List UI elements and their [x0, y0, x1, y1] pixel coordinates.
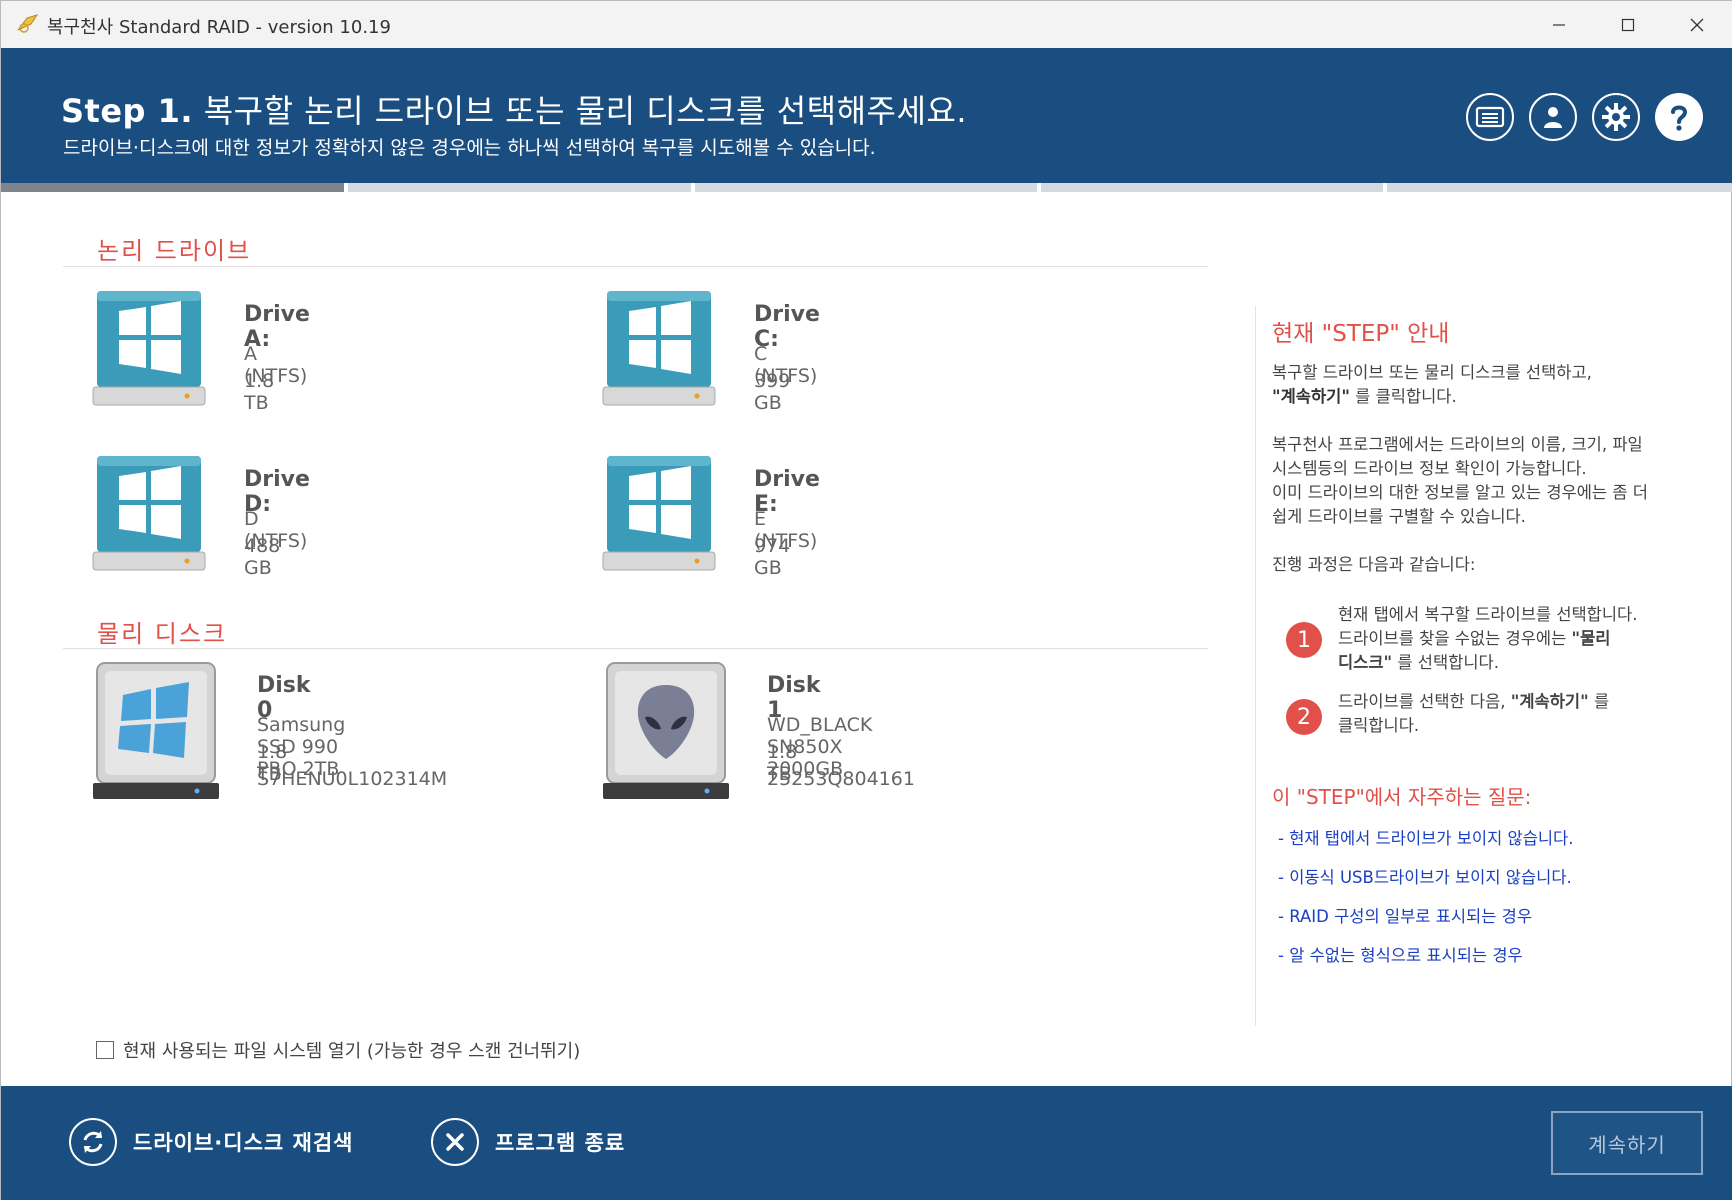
faq-link[interactable]: - 현재 탭에서 드라이브가 보이지 않습니다.: [1278, 825, 1573, 849]
drive-size: 1.8 TB: [244, 370, 275, 414]
help-button[interactable]: [1655, 93, 1703, 141]
progress-divider: [1383, 183, 1387, 192]
windows-hard-disk-icon: [93, 662, 219, 799]
windows-drive-icon: [602, 291, 716, 406]
step-title-text: 복구할 논리 드라이브 또는 물리 디스크를 선택해주세요.: [203, 92, 968, 130]
footer-bar: 드라이브·디스크 재검색 프로그램 종료 계속하기: [1, 1086, 1732, 1200]
guide-step-text: 드라이브를 찾을 수없는 경우에는: [1338, 629, 1572, 648]
app-window: 복구천사 Standard RAID - version 10.19 Step …: [0, 0, 1732, 1200]
faq-title: 이 "STEP"에서 자주하는 질문:: [1272, 785, 1532, 809]
guide-intro: 복구할 드라이브 또는 물리 디스크를 선택하고, "계속하기" 를 클릭합니다…: [1272, 361, 1692, 409]
exit-program-button[interactable]: 프로그램 종료: [431, 1118, 625, 1166]
guide-intro-line: "계속하기" 를 클릭합니다.: [1272, 385, 1692, 409]
guide-description-line: 시스템등의 드라이브 정보 확인이 가능합니다.: [1272, 459, 1587, 478]
app-logo-icon: [17, 14, 39, 33]
minimize-button[interactable]: [1524, 1, 1594, 48]
guide-intro-line: 복구할 드라이브 또는 물리 디스크를 선택하고,: [1272, 363, 1592, 382]
guide-description-line: 이미 드라이브의 대한 정보를 알고 있는 경우에는 좀 더: [1272, 483, 1648, 502]
guide-step-line: 클릭합니다.: [1338, 716, 1420, 735]
windows-drive-icon: [92, 291, 206, 406]
guide-intro-rest: 를 클릭합니다.: [1349, 387, 1457, 406]
open-filesystem-checkbox[interactable]: [96, 1041, 114, 1059]
step-subtitle: 드라이브·디스크에 대한 정보가 정확하지 않은 경우에는 하나씩 선택하여 복…: [63, 137, 876, 159]
drive-size: 488 GB: [244, 535, 281, 579]
gear-icon: [1602, 103, 1630, 131]
guide-step-line: 드라이브를 선택한 다음, "계속하기" 를: [1338, 690, 1678, 714]
guide-step-line: 현재 탭에서 복구할 드라이브를 선택합니다.: [1338, 605, 1638, 624]
windows-drive-icon: [92, 456, 206, 571]
faq-link[interactable]: - 이동식 USB드라이브가 보이지 않습니다.: [1278, 864, 1572, 888]
alien-hard-disk-icon: [603, 662, 729, 799]
help-question-icon: [1671, 105, 1688, 131]
physical-disk-emphasis: "물리: [1571, 629, 1611, 648]
guide-step-1: 현재 탭에서 복구할 드라이브를 선택합니다. 드라이브를 찾을 수없는 경우에…: [1338, 603, 1678, 675]
minimize-icon: [1553, 23, 1565, 26]
disk-serial: 25253Q804161: [767, 768, 915, 790]
continue-emphasis: "계속하기": [1272, 387, 1350, 406]
physical-disks-title: 물리 디스크: [97, 620, 228, 648]
faq-link[interactable]: - RAID 구성의 일부로 표시되는 경우: [1278, 903, 1532, 927]
progress-divider: [691, 183, 695, 192]
window-title: 복구천사 Standard RAID - version 10.19: [47, 17, 391, 38]
step-header: Step 1. 복구할 논리 드라이브 또는 물리 디스크를 선택해주세요. 드…: [1, 48, 1732, 183]
settings-button[interactable]: [1592, 93, 1640, 141]
open-filesystem-label: 현재 사용되는 파일 시스템 열기 (가능한 경우 스캔 건너뛰기): [123, 1041, 581, 1062]
guide-step-text: 를: [1588, 692, 1610, 711]
guide-title: 현재 "STEP" 안내: [1272, 321, 1450, 347]
guide-description: 복구천사 프로그램에서는 드라이브의 이름, 크기, 파일 시스템등의 드라이브…: [1272, 433, 1692, 529]
title-bar: 복구천사 Standard RAID - version 10.19: [1, 1, 1732, 48]
step-title: Step 1. 복구할 논리 드라이브 또는 물리 디스크를 선택해주세요.: [61, 86, 967, 132]
step-guide-panel: 현재 "STEP" 안내 복구할 드라이브 또는 물리 디스크를 선택하고, "…: [1255, 306, 1695, 1026]
windows-drive-icon: [602, 456, 716, 571]
step-number-badge: 2: [1286, 699, 1322, 735]
step-label: Step 1.: [61, 92, 194, 130]
logical-drives-title: 논리 드라이브: [97, 237, 252, 265]
section-divider: [63, 266, 1208, 267]
user-icon: [1544, 107, 1562, 128]
disk-serial: S7HENU0L102314M: [257, 768, 448, 790]
guide-description-line: 쉽게 드라이브를 구별할 수 있습니다.: [1272, 507, 1526, 526]
drive-size: 399 GB: [754, 370, 791, 414]
maximize-button[interactable]: [1593, 1, 1663, 48]
continue-emphasis: "계속하기": [1510, 692, 1589, 711]
log-button[interactable]: [1466, 93, 1514, 141]
section-divider: [63, 648, 1208, 649]
guide-step-line: 디스크" 를 선택합니다.: [1338, 651, 1678, 675]
exit-program-label: 프로그램 종료: [495, 1131, 626, 1155]
guide-process-label: 진행 과정은 다음과 같습니다:: [1272, 555, 1476, 574]
rescan-label: 드라이브·디스크 재검색: [133, 1131, 354, 1155]
rescan-button[interactable]: 드라이브·디스크 재검색: [69, 1118, 354, 1166]
guide-step-text: 를 선택합니다.: [1392, 653, 1499, 672]
guide-description-line: 복구천사 프로그램에서는 드라이브의 이름, 크기, 파일: [1272, 435, 1643, 454]
guide-step-text: 드라이브를 선택한 다음,: [1338, 692, 1511, 711]
open-filesystem-option[interactable]: 현재 사용되는 파일 시스템 열기 (가능한 경우 스캔 건너뛰기): [96, 1037, 580, 1063]
maximize-icon: [1621, 18, 1635, 31]
faq-link[interactable]: - 알 수없는 형식으로 표시되는 경우: [1278, 942, 1523, 966]
physical-disk-emphasis: 디스크": [1338, 653, 1393, 672]
account-button[interactable]: [1529, 93, 1577, 141]
continue-button[interactable]: 계속하기: [1551, 1111, 1703, 1175]
close-icon: [1690, 18, 1704, 31]
refresh-icon: [69, 1118, 117, 1166]
step-number-badge: 1: [1286, 622, 1322, 658]
close-circle-icon: [431, 1118, 479, 1166]
log-list-icon: [1475, 106, 1505, 128]
step-progress-bar: [1, 183, 1732, 192]
drive-size: 974 GB: [754, 535, 791, 579]
guide-step-line: 드라이브를 찾을 수없는 경우에는 "물리: [1338, 627, 1678, 651]
progress-fill: [1, 183, 344, 192]
progress-divider: [1037, 183, 1041, 192]
close-button[interactable]: [1662, 1, 1732, 48]
progress-divider: [344, 183, 348, 192]
guide-step-2: 드라이브를 선택한 다음, "계속하기" 를 클릭합니다.: [1338, 690, 1678, 738]
